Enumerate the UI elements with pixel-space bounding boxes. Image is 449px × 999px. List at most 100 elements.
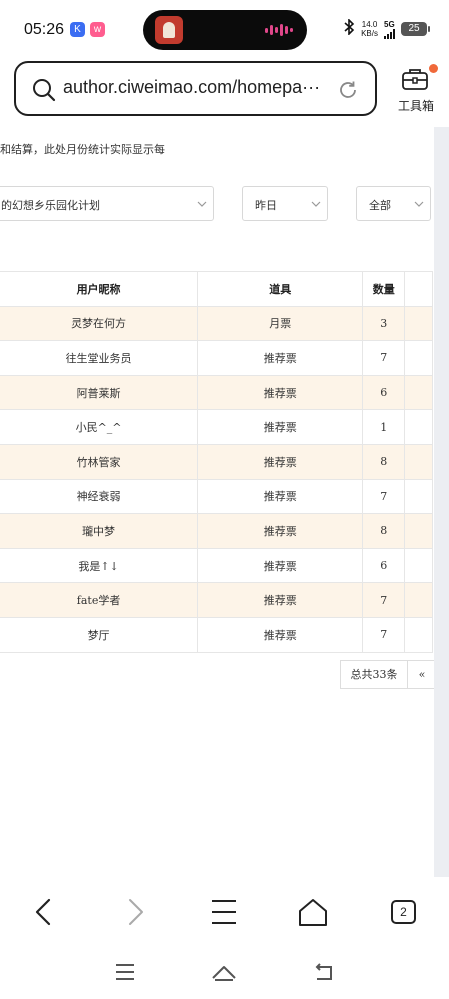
table-row: 我是↑↓ 推荐票 6 bbox=[0, 547, 433, 584]
forward-icon[interactable] bbox=[118, 895, 152, 929]
column-header-user: 用户昵称 bbox=[0, 271, 199, 307]
cell-item: 推荐票 bbox=[197, 478, 364, 515]
gift-table: 用户昵称 道具 数量 灵梦在何方 月票 3 往生堂业务员 推荐票 7 阿普莱斯 … bbox=[0, 271, 433, 653]
status-bar: 05:26 K ᴡ 14.0 KB/s 5G 25 bbox=[0, 0, 449, 58]
cell-user: fate学者 bbox=[0, 582, 199, 618]
chevron-down-icon bbox=[197, 201, 207, 207]
type-select[interactable]: 全部 bbox=[356, 186, 431, 221]
back-icon[interactable] bbox=[311, 959, 337, 985]
table-row: 小民^_^ 推荐票 1 bbox=[0, 409, 433, 445]
column-header-item: 道具 bbox=[197, 271, 364, 307]
web-content: 和结算，此处月份统计实际显示每 的幻想乡乐园化计划 昨日 全部 用户昵称 道具 … bbox=[0, 127, 434, 877]
cell-count: 7 bbox=[362, 478, 406, 515]
clock: 05:26 bbox=[24, 21, 65, 38]
media-thumbnail bbox=[155, 16, 183, 44]
table-row: 神经衰弱 推荐票 7 bbox=[0, 478, 433, 515]
cell-count: 8 bbox=[362, 443, 406, 480]
chevron-down-icon bbox=[311, 201, 321, 207]
book-select-value: 的幻想乡乐园化计划 bbox=[1, 199, 100, 212]
cell-item: 推荐票 bbox=[197, 340, 364, 376]
cell-count: 6 bbox=[362, 547, 406, 584]
k-app-notification-icon: K bbox=[70, 22, 85, 37]
toolbox-label: 工具箱 bbox=[397, 99, 434, 113]
cell-count: 1 bbox=[362, 409, 406, 445]
table-row: fate学者 推荐票 7 bbox=[0, 582, 433, 618]
cell-item: 推荐票 bbox=[197, 513, 364, 549]
cell-count: 7 bbox=[362, 616, 406, 653]
cell-extra bbox=[404, 409, 433, 445]
audio-wave-icon bbox=[265, 24, 293, 36]
status-icons: 14.0 KB/s 5G 25 bbox=[343, 18, 430, 39]
chevron-down-icon bbox=[414, 201, 424, 207]
table-row: 往生堂业务员 推荐票 7 bbox=[0, 340, 433, 376]
pagination-prev-button[interactable]: « bbox=[407, 660, 434, 689]
table-row: 灵梦在何方 月票 3 bbox=[0, 305, 433, 342]
address-bar[interactable]: author.ciweimao.com/homepa··· bbox=[14, 61, 377, 116]
cell-item: 推荐票 bbox=[197, 616, 364, 653]
menu-icon[interactable] bbox=[207, 895, 241, 929]
cell-extra bbox=[404, 478, 433, 515]
type-select-value: 全部 bbox=[369, 199, 391, 212]
table-header-row: 用户昵称 道具 数量 bbox=[0, 271, 433, 307]
recents-icon[interactable] bbox=[112, 959, 138, 985]
tabs-button[interactable]: 2 bbox=[391, 900, 416, 924]
system-nav-bar bbox=[0, 947, 449, 999]
toolbox-icon bbox=[402, 69, 428, 90]
url-text[interactable]: author.ciweimao.com/homepa··· bbox=[63, 77, 320, 98]
cell-count: 8 bbox=[362, 513, 406, 549]
cell-user: 瓏中梦 bbox=[0, 513, 199, 549]
cell-item: 推荐票 bbox=[197, 409, 364, 445]
home-icon[interactable] bbox=[296, 895, 330, 929]
date-select-value: 昨日 bbox=[255, 199, 277, 212]
table-row: 梦厅 推荐票 7 bbox=[0, 616, 433, 653]
toolbox-button[interactable]: 工具箱 bbox=[392, 63, 440, 117]
column-header-extra bbox=[404, 271, 433, 307]
cell-user: 往生堂业务员 bbox=[0, 340, 199, 376]
cell-user: 竹林管家 bbox=[0, 443, 199, 480]
cellular-signal-icon: 5G bbox=[384, 20, 395, 39]
column-header-count: 数量 bbox=[362, 271, 406, 307]
cell-extra bbox=[404, 374, 433, 411]
battery-icon: 25 bbox=[401, 22, 430, 36]
cell-extra bbox=[404, 443, 433, 480]
notice-text: 和结算，此处月份统计实际显示每 bbox=[0, 143, 165, 156]
back-icon[interactable] bbox=[27, 895, 61, 929]
table-row: 瓏中梦 推荐票 8 bbox=[0, 513, 433, 549]
cell-item: 推荐票 bbox=[197, 547, 364, 584]
table-row: 竹林管家 推荐票 8 bbox=[0, 443, 433, 480]
network-speed: 14.0 KB/s bbox=[361, 20, 378, 38]
cell-extra bbox=[404, 513, 433, 549]
cell-user: 灵梦在何方 bbox=[0, 305, 199, 342]
app-notification-icon: ᴡ bbox=[90, 22, 105, 37]
cell-count: 7 bbox=[362, 582, 406, 618]
browser-nav-bar: 2 bbox=[0, 877, 449, 947]
notification-dot bbox=[429, 64, 438, 73]
book-select[interactable]: 的幻想乡乐园化计划 bbox=[0, 186, 214, 221]
cell-item: 推荐票 bbox=[197, 374, 364, 411]
pagination-total: 总共33条 bbox=[340, 660, 408, 689]
cell-user: 阿普莱斯 bbox=[0, 374, 199, 411]
cell-item: 推荐票 bbox=[197, 443, 364, 480]
cell-user: 神经衰弱 bbox=[0, 478, 199, 515]
cell-item: 推荐票 bbox=[197, 582, 364, 618]
table-row: 阿普莱斯 推荐票 6 bbox=[0, 374, 433, 411]
bluetooth-icon bbox=[343, 18, 355, 39]
cell-count: 3 bbox=[362, 305, 406, 342]
cell-count: 7 bbox=[362, 340, 406, 376]
media-island[interactable] bbox=[143, 10, 307, 50]
cell-extra bbox=[404, 616, 433, 653]
cell-extra bbox=[404, 305, 433, 342]
cell-extra bbox=[404, 547, 433, 584]
cell-extra bbox=[404, 340, 433, 376]
cell-user: 梦厅 bbox=[0, 616, 199, 653]
search-icon bbox=[33, 79, 56, 102]
cell-count: 6 bbox=[362, 374, 406, 411]
cell-user: 我是↑↓ bbox=[0, 547, 199, 584]
home-icon[interactable] bbox=[211, 959, 237, 985]
reload-icon[interactable] bbox=[337, 79, 359, 101]
cell-extra bbox=[404, 582, 433, 618]
cell-item: 月票 bbox=[197, 305, 364, 342]
cell-user: 小民^_^ bbox=[0, 409, 199, 445]
scrollbar[interactable] bbox=[434, 127, 449, 877]
date-select[interactable]: 昨日 bbox=[242, 186, 328, 221]
